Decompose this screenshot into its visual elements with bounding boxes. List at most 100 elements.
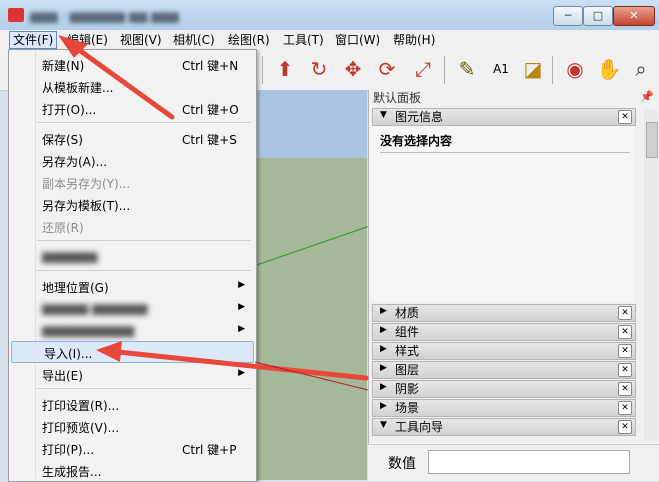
section-label: 图层 — [395, 363, 420, 377]
section-components[interactable]: ▶ 组件 ✕ — [372, 323, 636, 341]
text-tool-icon[interactable]: A1 — [488, 56, 514, 82]
menu-bar: 文件(F) 编辑(E) 视图(V) 相机(C) 绘图(R) 工具(T) 窗口(W… — [0, 30, 659, 50]
menu-item-label: 另存为模板(T)... — [42, 199, 131, 213]
menu-draw[interactable]: 绘图(R) — [225, 32, 273, 48]
menu-item-label: ▆▆▆▆▆ ▆▆▆▆▆▆ — [42, 301, 148, 315]
toolbar-separator — [444, 56, 445, 84]
menu-item-redacted[interactable]: ▆▆▆▆▆▆▆▆▆▆ ▶ — [10, 320, 255, 340]
close-icon[interactable]: ✕ — [618, 382, 632, 396]
orbit-icon[interactable]: ◉ — [562, 56, 588, 82]
paint-bucket-icon[interactable]: ◪ — [520, 56, 546, 82]
tape-measure-icon[interactable]: ✎ — [454, 56, 480, 82]
menu-item-import[interactable]: 导入(I)... — [11, 341, 254, 363]
pin-icon[interactable]: 📌 — [640, 90, 654, 103]
zoom-icon[interactable]: ⌕ — [628, 56, 654, 82]
menu-item-label: ▆▆▆▆▆▆▆▆▆▆ — [42, 323, 135, 337]
menu-item-label: ▆▆▆▆▆▆ — [42, 249, 98, 263]
section-label: 阴影 — [395, 382, 420, 396]
menu-item-save-copy-as: 副本另存为(Y)... — [10, 172, 255, 192]
section-instructor[interactable]: ▼ 工具向导 ✕ — [372, 418, 636, 436]
close-icon[interactable]: ✕ — [618, 363, 632, 377]
section-scenes[interactable]: ▶ 场景 ✕ — [372, 399, 636, 417]
minimize-button[interactable]: ─ — [553, 6, 583, 26]
selection-status: 没有选择内容 — [380, 134, 453, 148]
close-icon[interactable]: ✕ — [618, 325, 632, 339]
scrollbar-thumb[interactable] — [646, 122, 658, 158]
menu-camera[interactable]: 相机(C) — [170, 32, 218, 48]
close-icon[interactable]: ✕ — [618, 110, 632, 124]
menu-separator — [37, 270, 251, 271]
menu-help[interactable]: 帮助(H) — [390, 32, 438, 48]
submenu-arrow-icon: ▶ — [238, 280, 245, 290]
close-icon[interactable]: ✕ — [618, 401, 632, 415]
menu-item-revert: 还原(R) — [10, 216, 255, 236]
menu-item-open[interactable]: 打开(O)... Ctrl 键+O — [10, 98, 255, 118]
section-shadows[interactable]: ▶ 阴影 ✕ — [372, 380, 636, 398]
menu-item-label: 导出(E) — [42, 369, 83, 383]
caret-right-icon: ▶ — [380, 401, 387, 411]
submenu-arrow-icon: ▶ — [238, 324, 245, 334]
menu-tools[interactable]: 工具(T) — [280, 32, 327, 48]
menu-item-save[interactable]: 保存(S) Ctrl 键+S — [10, 128, 255, 148]
move-icon[interactable]: ✥ — [340, 56, 366, 82]
close-icon[interactable]: ✕ — [618, 306, 632, 320]
menu-item-label: 保存(S) — [42, 133, 83, 147]
toolbar-separator — [262, 56, 263, 84]
divider — [380, 152, 630, 153]
submenu-arrow-icon: ▶ — [238, 368, 245, 378]
menu-item-print-preview[interactable]: 打印预览(V)... — [10, 416, 255, 436]
section-layers[interactable]: ▶ 图层 ✕ — [372, 361, 636, 379]
menu-item-new[interactable]: 新建(N) Ctrl 键+N — [10, 54, 255, 74]
menu-item-label: 从模板新建... — [42, 81, 114, 95]
menu-item-save-as-template[interactable]: 另存为模板(T)... — [10, 194, 255, 214]
menu-item-label: 打印设置(R)... — [42, 399, 120, 413]
scale-icon[interactable]: ⤢ — [410, 56, 436, 82]
pan-hand-icon[interactable]: ✋ — [596, 56, 622, 82]
file-menu-dropdown: 新建(N) Ctrl 键+N 从模板新建... 打开(O)... Ctrl 键+… — [8, 49, 257, 482]
caret-right-icon: ▶ — [380, 325, 387, 335]
app-icon — [8, 8, 24, 22]
menu-separator — [37, 240, 251, 241]
maximize-button[interactable]: □ — [583, 6, 613, 26]
menu-item-generate-report[interactable]: 生成报告... — [10, 460, 255, 480]
menu-item-label: 导入(I)... — [44, 347, 93, 361]
close-button[interactable]: ✕ — [613, 6, 655, 26]
measurements-label: 数值 — [388, 456, 416, 472]
title-bar: ▆▆▆ - ▆▆▆▆▆▆ ▆▆ ▆▆▆ ─ □ ✕ — [0, 0, 659, 30]
menu-item-redacted[interactable]: ▆▆▆▆▆ ▆▆▆▆▆▆ ▶ — [10, 298, 255, 318]
close-icon[interactable]: ✕ — [618, 344, 632, 358]
panel-title: 默认面板 — [373, 91, 422, 105]
section-materials[interactable]: ▶ 材质 ✕ — [372, 304, 636, 322]
panel-scrollbar[interactable] — [644, 110, 658, 440]
caret-down-icon: ▼ — [380, 110, 387, 120]
menu-view[interactable]: 视图(V) — [117, 32, 165, 48]
rotate-icon[interactable]: ⟳ — [374, 56, 400, 82]
push-pull-icon[interactable]: ⬆ — [272, 56, 298, 82]
menu-item-shortcut: Ctrl 键+S — [182, 133, 237, 147]
menu-item-label: 打印预览(V)... — [42, 421, 120, 435]
close-icon[interactable]: ✕ — [618, 420, 632, 434]
menu-item-redacted[interactable]: ▆▆▆▆▆▆ — [10, 246, 255, 266]
caret-right-icon: ▶ — [380, 306, 387, 316]
model-viewport[interactable] — [255, 90, 369, 480]
menu-file[interactable]: 文件(F) — [9, 31, 58, 49]
submenu-arrow-icon: ▶ — [238, 302, 245, 312]
menu-item-print[interactable]: 打印(P)... Ctrl 键+P — [10, 438, 255, 458]
status-bar: 数值 — [368, 444, 659, 481]
viewport-ground — [255, 158, 367, 480]
menu-item-export[interactable]: 导出(E) ▶ — [10, 364, 255, 384]
menu-item-geo-location[interactable]: 地理位置(G) ▶ — [10, 276, 255, 296]
menu-item-save-as[interactable]: 另存为(A)... — [10, 150, 255, 170]
window-title: ▆▆▆ - ▆▆▆▆▆▆ ▆▆ ▆▆▆ — [30, 9, 179, 23]
menu-edit[interactable]: 编辑(E) — [64, 32, 111, 48]
section-label: 图元信息 — [395, 110, 444, 124]
section-entity-info[interactable]: ▼ 图元信息 ✕ — [372, 108, 636, 126]
measurements-input[interactable] — [428, 450, 630, 474]
menu-item-new-from-template[interactable]: 从模板新建... — [10, 76, 255, 96]
menu-window[interactable]: 窗口(W) — [332, 32, 383, 48]
viewport-sky — [255, 90, 367, 158]
menu-separator — [37, 122, 251, 123]
follow-me-icon[interactable]: ↻ — [306, 56, 332, 82]
section-styles[interactable]: ▶ 样式 ✕ — [372, 342, 636, 360]
menu-item-print-setup[interactable]: 打印设置(R)... — [10, 394, 255, 414]
